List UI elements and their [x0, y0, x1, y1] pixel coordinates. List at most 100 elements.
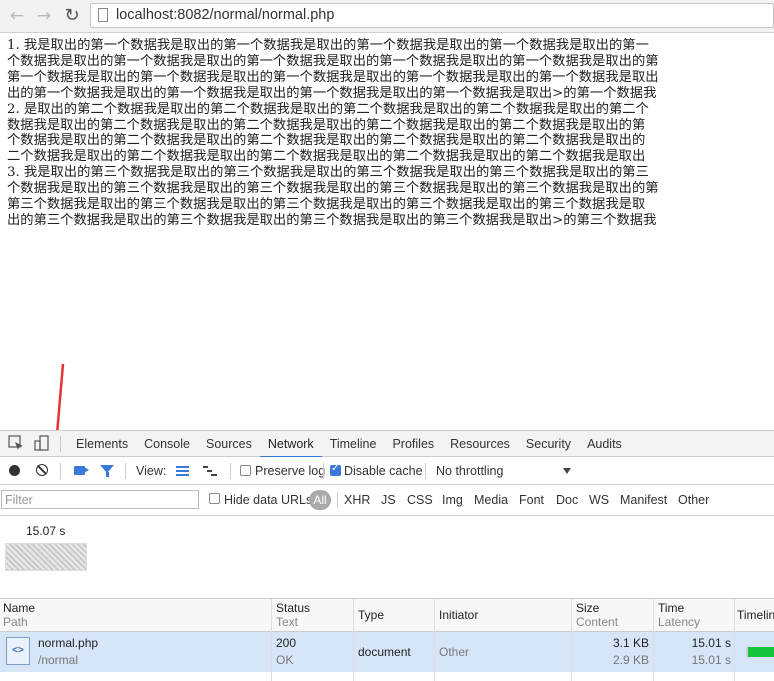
column-name[interactable]: Name Path: [3, 601, 35, 629]
filter-xhr[interactable]: XHR: [344, 493, 370, 507]
devtools-tabbar: Elements Console Sources Network Timeline Pro…: [0, 430, 774, 458]
content-line: 二个数据我是取出的第二个数据我是取出的第二个数据我是取出的第二个数据我是取出的第…: [7, 149, 646, 165]
column-divider: [653, 599, 654, 681]
tab-audits[interactable]: Audits: [579, 431, 630, 457]
screenshot-thumbnail[interactable]: [5, 543, 87, 571]
tab-network[interactable]: Network: [259, 431, 322, 458]
filter-font[interactable]: Font: [519, 493, 544, 507]
column-status-title: Status: [276, 601, 311, 615]
tab-resources[interactable]: Resources: [442, 431, 518, 457]
browser-toolbar: ← → ↻ localhost:8082/normal/normal.php: [0, 0, 774, 33]
reload-button[interactable]: ↻: [61, 5, 83, 27]
column-type-title: Type: [358, 608, 385, 622]
request-name[interactable]: normal.php: [38, 635, 98, 651]
filter-js[interactable]: JS: [381, 493, 396, 507]
content-line: 3. 我是取出的第三个数据我是取出的第三个数据我是取出的第三个数据我是取出的第三…: [7, 165, 649, 181]
table-header: Name Path Status Text Type Initiator Siz…: [0, 599, 774, 632]
devtools-panel: Elements Console Sources Network Timeline Pro…: [0, 430, 774, 681]
divider: [60, 463, 61, 479]
filter-manifest[interactable]: Manifest: [620, 493, 667, 507]
column-latency-title: Latency: [658, 615, 701, 629]
overview-time: 15.07 s: [26, 524, 66, 538]
device-toolbar-icon[interactable]: [34, 435, 52, 453]
document-file-icon: <>: [6, 637, 30, 665]
column-divider: [353, 599, 354, 681]
requests-table: Name Path Status Text Type Initiator Siz…: [0, 598, 774, 681]
preserve-log-checkbox[interactable]: [240, 465, 251, 476]
column-path-title: Path: [3, 615, 28, 629]
column-timeline-title: Timeline: [737, 608, 774, 622]
throttling-select[interactable]: No throttling: [436, 464, 503, 478]
content-line: 2. 是取出的第二个数据我是取出的第二个数据我是取出的第二个数据我是取出的第二个…: [7, 101, 649, 117]
reload-icon: ↻: [64, 5, 80, 26]
tab-elements[interactable]: Elements: [68, 431, 136, 457]
divider: [60, 436, 61, 452]
divider: [337, 492, 338, 508]
content-line: 第一个数据我是取出的第一个数据我是取出的第一个数据我是取出的第一个数据我是取出的…: [7, 69, 659, 85]
filter-input[interactable]: [1, 490, 199, 509]
column-name-title: Name: [3, 601, 36, 615]
network-overview: 15.07 s: [0, 516, 774, 598]
column-divider: [734, 599, 735, 681]
url-text[interactable]: localhost:8082/normal/normal.php: [116, 7, 334, 23]
arrow-left-icon: ←: [9, 6, 25, 26]
divider: [425, 463, 426, 479]
request-status: 200: [276, 636, 297, 650]
column-initiator[interactable]: Initiator: [439, 608, 478, 622]
column-type[interactable]: Type: [358, 608, 384, 622]
filter-icon[interactable]: [100, 465, 114, 477]
content-line: 出的第一个数据我是取出的第一个数据我是取出的第一个数据我是取出的第一个数据我是取…: [7, 85, 657, 101]
page-icon: [98, 8, 108, 22]
content-line: 个数据我是取出的第三个数据我是取出的第三个数据我是取出的第三个数据我是取出的第三…: [7, 181, 659, 197]
request-status-text: OK: [276, 653, 294, 667]
request-latency: 15.01 s: [691, 653, 731, 667]
request-size: 3.1 KB: [612, 636, 649, 650]
filter-doc[interactable]: Doc: [556, 493, 578, 507]
arrow-right-icon: →: [36, 6, 52, 26]
filter-bar: Hide data URLs All XHR JS CSS Img Media Font D…: [0, 485, 774, 516]
column-timeline[interactable]: Timeline: [737, 608, 774, 622]
filter-ws[interactable]: WS: [589, 493, 609, 507]
hide-data-urls-checkbox[interactable]: [209, 493, 220, 504]
table-row[interactable]: <> normal.php /normal 200 OK document Ot…: [0, 632, 774, 672]
column-status[interactable]: Status Text: [276, 601, 310, 629]
column-size[interactable]: Size Content: [576, 601, 618, 629]
overview-icon[interactable]: [203, 466, 217, 476]
content-line: 1. 我是取出的第一个数据我是取出的第一个数据我是取出的第一个数据我是取出的第一…: [7, 38, 649, 53]
large-rows-icon[interactable]: [176, 466, 189, 476]
tab-timeline[interactable]: Timeline: [322, 431, 385, 457]
content-line: 第三个数据我是取出的第三个数据我是取出的第三个数据我是取出的第三个数据我是取出的…: [7, 197, 646, 213]
forward-button[interactable]: →: [33, 5, 55, 27]
divider: [323, 463, 324, 479]
column-divider: [434, 599, 435, 681]
inspect-element-icon[interactable]: [8, 435, 26, 453]
content-line: 个数据我是取出的第二个数据我是取出的第二个数据我是取出的第二个数据我是取出的第二…: [7, 133, 646, 149]
network-toolbar: View: Preserve log Disable cache No thro…: [0, 457, 774, 485]
tab-sources[interactable]: Sources: [198, 431, 260, 457]
filter-media[interactable]: Media: [474, 493, 508, 507]
column-divider: [571, 599, 572, 681]
filter-other[interactable]: Other: [678, 493, 709, 507]
disable-cache-checkbox[interactable]: [330, 463, 341, 476]
request-path: /normal: [38, 653, 79, 667]
capture-screenshots-icon[interactable]: [74, 466, 89, 475]
tab-profiles[interactable]: Profiles: [384, 431, 442, 457]
tab-console[interactable]: Console: [136, 431, 198, 457]
filter-img[interactable]: Img: [442, 493, 463, 507]
column-initiator-title: Initiator: [439, 608, 479, 622]
chevron-down-icon[interactable]: [563, 468, 571, 474]
tab-security[interactable]: Security: [518, 431, 579, 457]
content-line: 个数据我是取出的第一个数据我是取出的第一个数据我是取出的第一个数据我是取出的第一…: [7, 53, 659, 69]
filter-css[interactable]: CSS: [407, 493, 433, 507]
column-time[interactable]: Time Latency: [658, 601, 700, 629]
divider: [230, 463, 231, 479]
back-button[interactable]: ←: [6, 5, 28, 27]
disable-cache-label: Disable cache: [344, 464, 423, 478]
address-bar[interactable]: localhost:8082/normal/normal.php: [90, 3, 774, 28]
clear-icon[interactable]: [36, 464, 48, 476]
column-divider: [271, 599, 272, 681]
hide-data-urls-label: Hide data URLs: [224, 493, 313, 507]
record-icon[interactable]: [9, 465, 20, 476]
content-line: 出的第三个数据我是取出的第三个数据我是取出的第三个数据我是取出的第三个数据我是取…: [7, 212, 657, 228]
filter-all-button[interactable]: All: [309, 490, 331, 510]
